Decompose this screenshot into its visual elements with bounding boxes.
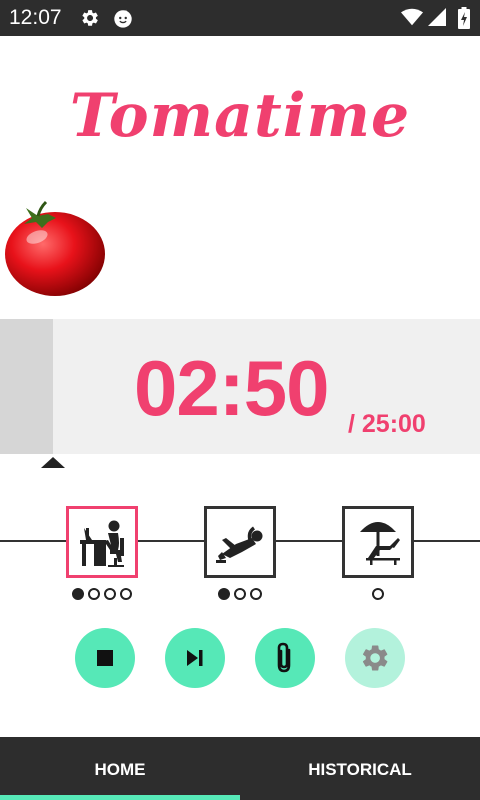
session-dot bbox=[250, 588, 262, 600]
short-break-dots bbox=[218, 588, 262, 600]
phase-short-break[interactable] bbox=[204, 506, 276, 578]
progress-marker-icon bbox=[41, 457, 65, 468]
skip-button[interactable] bbox=[165, 628, 225, 688]
session-dot bbox=[234, 588, 246, 600]
session-dot bbox=[104, 588, 116, 600]
stop-button[interactable] bbox=[75, 628, 135, 688]
timer-current: 02:50 bbox=[134, 344, 329, 432]
session-dot bbox=[372, 588, 384, 600]
paperclip-icon bbox=[277, 642, 291, 673]
tomato-app-icon bbox=[114, 9, 132, 28]
session-dot bbox=[218, 588, 230, 600]
battery-charging-icon bbox=[458, 7, 470, 29]
status-time: 12:07 bbox=[9, 6, 62, 29]
desk-worker-icon bbox=[80, 520, 124, 567]
attach-button[interactable] bbox=[255, 628, 315, 688]
bottom-nav: HOME HISTORICAL bbox=[0, 737, 480, 800]
phase-long-break[interactable] bbox=[342, 506, 414, 578]
wifi-icon bbox=[401, 8, 423, 26]
session-dot bbox=[88, 588, 100, 600]
session-dot bbox=[120, 588, 132, 600]
timer-total: / 25:00 bbox=[348, 410, 426, 438]
app-title: Tomatime bbox=[69, 81, 411, 151]
beach-umbrella-icon bbox=[360, 522, 400, 565]
gear-icon bbox=[82, 10, 98, 26]
settings-button[interactable] bbox=[345, 628, 405, 688]
tab-selected-indicator bbox=[0, 795, 240, 800]
tomato-image bbox=[5, 200, 105, 296]
relaxing-person-icon bbox=[216, 526, 263, 563]
tab-historical[interactable]: HISTORICAL bbox=[240, 737, 480, 800]
screen: 12:07 Tomatime 02:50 / 25:00 HOME HISTOR… bbox=[0, 0, 480, 800]
long-break-dots bbox=[372, 588, 384, 600]
work-session-dots bbox=[72, 588, 132, 600]
phase-work[interactable] bbox=[66, 506, 138, 578]
cell-signal-icon bbox=[428, 8, 446, 26]
skip-next-icon bbox=[187, 650, 203, 666]
tab-home[interactable]: HOME bbox=[0, 737, 240, 800]
timer-progress-fill bbox=[0, 319, 53, 454]
gear-icon bbox=[362, 645, 388, 671]
session-dot bbox=[72, 588, 84, 600]
stop-icon bbox=[97, 650, 113, 666]
status-bar: 12:07 bbox=[0, 0, 480, 36]
